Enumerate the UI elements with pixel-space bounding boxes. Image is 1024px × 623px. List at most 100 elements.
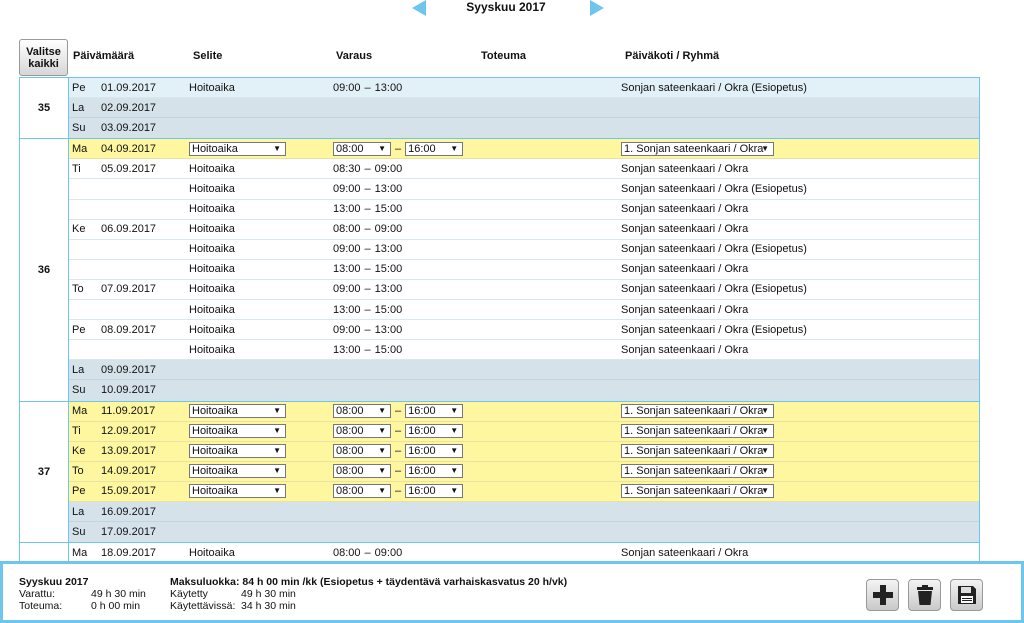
varaus-time: 09:00–13:00	[333, 179, 402, 198]
table-row[interactable]: Ma 04.09.2017 Hoitoaika ▼ 08:00 ▼ –16:00 ▼ 1. So…	[69, 139, 979, 160]
table-row[interactable]: Pe 08.09.2017 Hoitoaika 09:00–13:00 Sonjan s…	[69, 320, 979, 341]
delete-button[interactable]	[908, 579, 941, 611]
unit-select[interactable]: 1. Sonjan sateenkaari / Okra ▼	[621, 444, 774, 459]
time-separator: –	[395, 425, 402, 438]
time-separator: –	[364, 81, 371, 94]
unit: Sonjan sateenkaari / Okra	[621, 162, 749, 175]
selite-select[interactable]: Hoitoaika ▼	[189, 464, 286, 479]
start-time-select[interactable]: 08:00 ▼	[333, 404, 391, 419]
table-row[interactable]: Pe 15.09.2017 Hoitoaika ▼ 08:00 ▼ –16:00 ▼ 1. So…	[69, 481, 979, 502]
fee-class: Maksuluokka: 84 h 00 min /kk (Esiopetus …	[170, 576, 568, 588]
table-row[interactable]: Pe 01.09.2017 Hoitoaika 09:00–13:00 Sonjan s…	[69, 78, 979, 99]
save-button[interactable]	[950, 579, 983, 611]
selite-select[interactable]: Hoitoaika ▼	[189, 444, 286, 459]
summary-panel: Syyskuu 2017 Varattu: 49 h 30 min Toteum…	[0, 561, 1024, 623]
end-time-select-value: 16:00	[408, 142, 436, 155]
unit-select[interactable]: 1. Sonjan sateenkaari / Okra ▼	[621, 404, 774, 419]
varaus-time: 09:00–13:00	[333, 320, 402, 339]
add-button[interactable]	[866, 579, 899, 611]
weekday: Ma	[72, 142, 88, 155]
chevron-down-icon: ▼	[450, 466, 459, 476]
table-row[interactable]: La 02.09.2017	[69, 98, 979, 119]
varaus-time: 08:00–09:00	[333, 220, 402, 239]
table-row[interactable]: Su 17.09.2017	[69, 522, 979, 543]
table-row[interactable]: Hoitoaika 09:00–13:00 Sonjan sateenkaari /…	[69, 240, 979, 260]
table-row[interactable]: To 14.09.2017 Hoitoaika ▼ 08:00 ▼ –16:00 ▼ 1. So…	[69, 461, 979, 482]
table-row[interactable]: Hoitoaika 09:00–13:00 Sonjan sateenkaari /…	[69, 179, 979, 200]
end-time: 09:00	[374, 162, 403, 175]
selite: Hoitoaika	[189, 183, 235, 196]
end-time-select[interactable]: 16:00 ▼	[405, 464, 464, 479]
table-row[interactable]: Hoitoaika 13:00–15:00 Sonjan sateenkaari /…	[69, 200, 979, 220]
table-row[interactable]: To 07.09.2017 Hoitoaika 09:00–13:00 Sonjan s…	[69, 280, 979, 301]
table-row[interactable]: Su 03.09.2017	[69, 118, 979, 139]
weekday: Pe	[72, 81, 86, 94]
chevron-down-icon: ▼	[378, 143, 386, 153]
unit-select[interactable]: 1. Sonjan sateenkaari / Okra ▼	[621, 424, 774, 439]
end-time-select-value: 16:00	[408, 425, 436, 438]
time-separator: –	[364, 283, 371, 296]
start-time: 08:00	[333, 223, 361, 236]
chevron-down-icon: ▼	[378, 466, 386, 476]
table-row[interactable]: Ti 12.09.2017 Hoitoaika ▼ 08:00 ▼ –16:00 ▼ 1. So…	[69, 421, 979, 442]
start-time-select-value: 08:00	[336, 445, 364, 458]
chevron-left-icon[interactable]	[412, 0, 426, 16]
varaus-cell: 08:00 ▼ –16:00 ▼	[333, 462, 464, 481]
start-time-select[interactable]: 08:00 ▼	[333, 444, 391, 459]
chevron-right-icon[interactable]	[590, 0, 604, 16]
table-row[interactable]: Hoitoaika 13:00–15:00 Sonjan sateenkaari /…	[69, 300, 979, 321]
end-time: 09:00	[374, 223, 403, 236]
start-time: 09:00	[333, 183, 361, 196]
start-time-select[interactable]: 08:00 ▼	[333, 464, 391, 479]
date: 11.09.2017	[101, 405, 156, 418]
table-row[interactable]: Hoitoaika 13:00–15:00 Sonjan sateenkaari /…	[69, 340, 979, 361]
table-row[interactable]: Ma 11.09.2017 Hoitoaika ▼ 08:00 ▼ –16:00 ▼ 1. So…	[69, 401, 979, 422]
selite-select[interactable]: Hoitoaika ▼	[189, 484, 286, 499]
unit: Sonjan sateenkaari / Okra	[621, 343, 749, 356]
unit-select-value: 1. Sonjan sateenkaari / Okra	[624, 405, 764, 418]
table-row[interactable]: La 16.09.2017	[69, 501, 979, 523]
end-time-select[interactable]: 16:00 ▼	[405, 484, 464, 499]
end-time: 15:00	[374, 303, 403, 316]
end-time-select[interactable]: 16:00 ▼	[405, 424, 464, 439]
unit-select-value: 1. Sonjan sateenkaari / Okra	[624, 425, 764, 438]
selite-select[interactable]: Hoitoaika ▼	[189, 141, 286, 156]
table-row[interactable]: La 09.09.2017	[69, 360, 979, 381]
table-row[interactable]: Hoitoaika 13:00–15:00 Sonjan sateenkaari /…	[69, 260, 979, 280]
chevron-down-icon: ▼	[378, 406, 386, 416]
chevron-down-icon: ▼	[450, 426, 459, 436]
end-time-select-value: 16:00	[408, 445, 436, 458]
start-time-select[interactable]: 08:00 ▼	[333, 141, 391, 156]
selite-select-value: Hoitoaika	[192, 425, 238, 438]
chevron-down-icon: ▼	[378, 426, 386, 436]
varaus-time: 08:30–09:00	[333, 159, 402, 178]
varaus-time: 13:00–15:00	[333, 340, 402, 359]
start-time-select[interactable]: 08:00 ▼	[333, 484, 391, 499]
end-time-select[interactable]: 16:00 ▼	[405, 404, 464, 419]
unit-select[interactable]: 1. Sonjan sateenkaari / Okra ▼	[621, 484, 774, 499]
table-row[interactable]: Ke 13.09.2017 Hoitoaika ▼ 08:00 ▼ –16:00 ▼ 1. So…	[69, 441, 979, 462]
weekday: La	[72, 363, 85, 376]
weekday: La	[72, 505, 85, 518]
table-row[interactable]: Su 10.09.2017	[69, 380, 979, 401]
unit-select[interactable]: 1. Sonjan sateenkaari / Okra ▼	[621, 141, 774, 156]
end-time-select[interactable]: 16:00 ▼	[405, 444, 464, 459]
end-time: 13:00	[374, 243, 403, 256]
weekday: Su	[72, 122, 86, 135]
weekday: Ti	[72, 425, 81, 438]
end-time-select[interactable]: 16:00 ▼	[405, 141, 464, 156]
start-time: 09:00	[333, 243, 361, 256]
selite-select[interactable]: Hoitoaika ▼	[189, 424, 286, 439]
table-row[interactable]: Ke 06.09.2017 Hoitoaika 08:00–09:00 Sonjan s…	[69, 220, 979, 240]
week-block: 36 Ma 04.09.2017 Hoitoaika ▼ 08:00 ▼ –16:00 ▼ 1. …	[20, 139, 979, 402]
select-all-button[interactable]: Valitse kaikki	[19, 39, 68, 76]
varaus-cell: 08:00 ▼ –16:00 ▼	[333, 402, 464, 421]
unit-select[interactable]: 1. Sonjan sateenkaari / Okra ▼	[621, 464, 774, 479]
start-time-select[interactable]: 08:00 ▼	[333, 424, 391, 439]
chevron-down-icon: ▼	[450, 143, 459, 153]
date: 04.09.2017	[101, 142, 157, 155]
table-row[interactable]: Ti 05.09.2017 Hoitoaika 08:30–09:00 Sonjan s…	[69, 159, 979, 180]
week-number: 35	[20, 78, 69, 139]
selite-select[interactable]: Hoitoaika ▼	[189, 404, 286, 419]
unit: Sonjan sateenkaari / Okra (Esiopetus)	[621, 283, 807, 296]
